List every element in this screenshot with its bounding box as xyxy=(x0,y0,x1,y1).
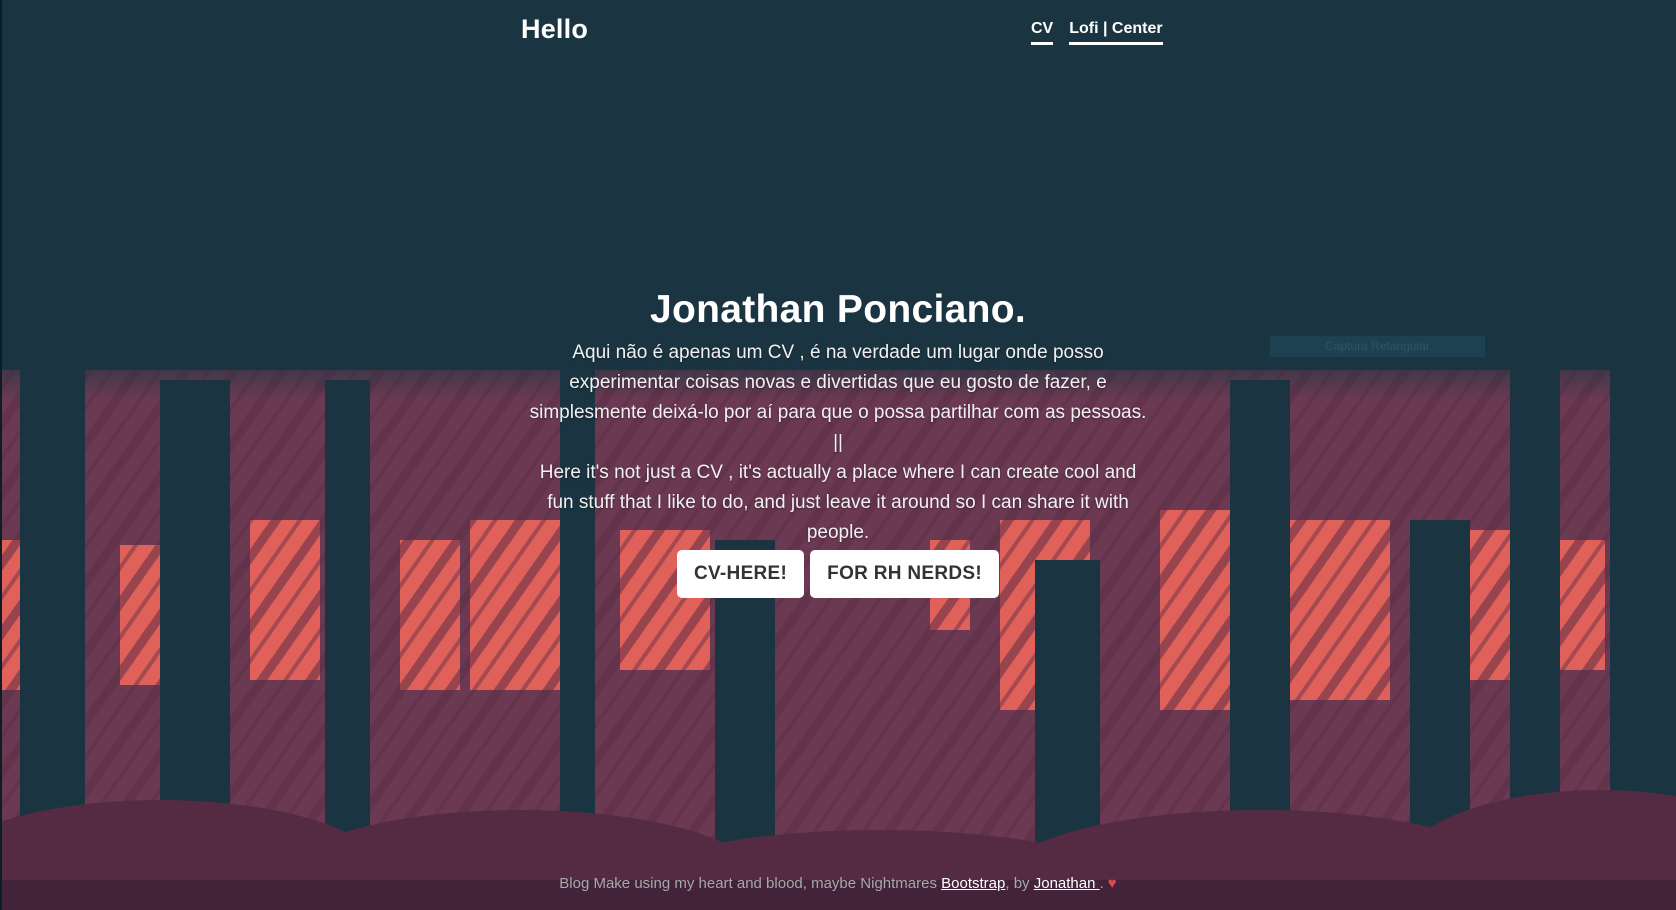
page: Hello CV Lofi | Center Captura Retangula… xyxy=(0,0,1676,910)
hero-buttons: CV-HERE! FOR RH NERDS! xyxy=(0,550,1676,598)
hero-text-portuguese: Aqui não é apenas um CV , é na verdade u… xyxy=(529,342,1147,423)
footer-text-prefix: Blog Make using my heart and blood, mayb… xyxy=(559,875,942,892)
footer-link-bootstrap[interactable]: Bootstrap xyxy=(941,875,1005,892)
main-nav: CV Lofi | Center xyxy=(1031,20,1163,45)
nav-link-cv[interactable]: CV xyxy=(1031,20,1054,45)
page-footer: Blog Make using my heart and blood, mayb… xyxy=(0,875,1676,892)
hero-text-english: Here it's not just a CV , it's actually … xyxy=(539,462,1137,543)
heart-icon: ♥ xyxy=(1107,875,1117,892)
window-edge xyxy=(0,0,2,910)
hero-description: Aqui não é apenas um CV , é na verdade u… xyxy=(528,338,1148,548)
footer-text-suffix: . xyxy=(1099,875,1104,892)
brand-title[interactable]: Hello xyxy=(521,14,588,45)
nav-link-lofi-center[interactable]: Lofi | Center xyxy=(1069,20,1163,45)
hero-separator: || xyxy=(833,432,843,453)
footer-link-jonathan[interactable]: Jonathan xyxy=(1034,875,1100,892)
rh-nerds-button[interactable]: FOR RH NERDS! xyxy=(810,550,1000,598)
cv-here-button[interactable]: CV-HERE! xyxy=(676,550,805,598)
hero-title: Jonathan Ponciano. xyxy=(650,288,1026,331)
hero-section: Jonathan Ponciano. Aqui não é apenas um … xyxy=(0,288,1676,598)
footer-text-middle: , by xyxy=(1005,875,1034,892)
top-navbar: Hello CV Lofi | Center xyxy=(0,0,1676,70)
